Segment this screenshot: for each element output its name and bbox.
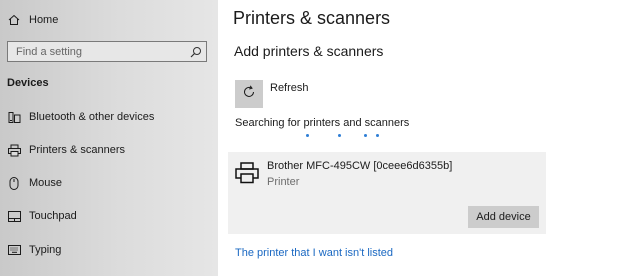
main-content: Printers & scanners Add printers & scann… xyxy=(218,0,624,276)
sidebar-item-printers[interactable]: Printers & scanners xyxy=(0,135,218,165)
progress-dot xyxy=(338,134,341,137)
sidebar-item-label: Typing xyxy=(29,244,62,256)
printer-icon xyxy=(235,162,259,184)
sidebar-item-mouse[interactable]: Mouse xyxy=(0,168,218,198)
refresh-label[interactable]: Refresh xyxy=(270,82,309,94)
progress-dot xyxy=(376,134,379,137)
progress-dot xyxy=(364,134,367,137)
sidebar-item-bluetooth[interactable]: Bluetooth & other devices xyxy=(0,102,218,132)
searching-status: Searching for printers and scanners xyxy=(235,117,410,129)
sidebar-item-label: Bluetooth & other devices xyxy=(29,111,155,123)
section-title: Add printers & scanners xyxy=(234,43,384,59)
sidebar-item-label: Printers & scanners xyxy=(29,144,125,156)
sidebar-item-typing[interactable]: Typing xyxy=(0,235,218,265)
printer-icon xyxy=(7,143,21,157)
section-header: Devices xyxy=(7,77,49,89)
refresh-icon xyxy=(242,85,256,104)
sidebar: Home Devices Bluetooth & other devices P… xyxy=(0,0,218,276)
home-icon xyxy=(7,13,21,27)
device-name: Brother MFC-495CW [0ceee6d6355b] xyxy=(267,160,453,172)
sidebar-item-label: Touchpad xyxy=(29,210,77,222)
page-title: Printers & scanners xyxy=(233,8,391,28)
sidebar-item-touchpad[interactable]: Touchpad xyxy=(0,201,218,231)
search-field[interactable] xyxy=(7,41,207,62)
mouse-icon xyxy=(7,176,21,190)
progress-dot xyxy=(306,134,309,137)
sidebar-item-label: Mouse xyxy=(29,177,63,189)
sidebar-item-home[interactable]: Home xyxy=(0,5,218,35)
touchpad-icon xyxy=(7,209,21,223)
search-icon[interactable] xyxy=(190,45,202,58)
bluetooth-devices-icon xyxy=(7,110,21,124)
refresh-button[interactable] xyxy=(235,80,263,108)
device-type: Printer xyxy=(267,176,300,188)
search-input[interactable] xyxy=(8,42,188,61)
device-list-item[interactable]: Brother MFC-495CW [0ceee6d6355b] Printer… xyxy=(228,152,546,234)
add-device-button[interactable]: Add device xyxy=(468,206,539,228)
printer-not-listed-link[interactable]: The printer that I want isn't listed xyxy=(235,247,393,259)
keyboard-icon xyxy=(7,243,21,257)
sidebar-item-label: Home xyxy=(29,14,59,26)
